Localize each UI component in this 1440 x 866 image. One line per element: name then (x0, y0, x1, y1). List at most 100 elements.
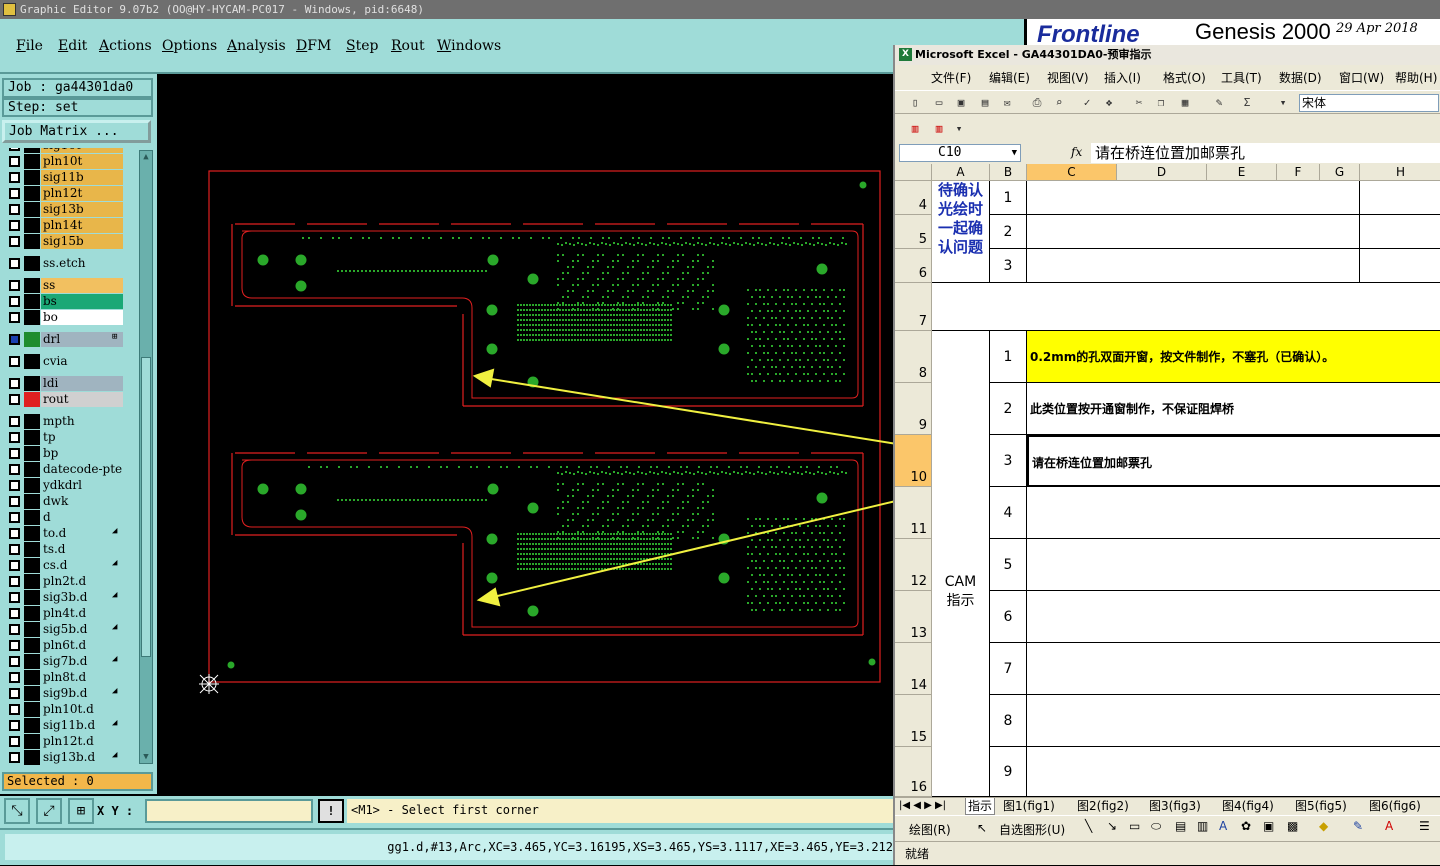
copy-icon[interactable]: ❐ (1153, 95, 1169, 111)
xy-input[interactable] (145, 799, 313, 823)
layer-checkbox[interactable] (9, 432, 20, 443)
layer-name[interactable]: ydkdrl (41, 478, 123, 493)
instruction-cell[interactable] (1027, 747, 1440, 797)
layer-color-swatch[interactable] (24, 718, 40, 733)
layer-color-swatch[interactable] (24, 154, 40, 169)
layer-checkbox[interactable] (9, 334, 20, 345)
excel-menu-item[interactable]: 视图(V) (1047, 69, 1089, 86)
excel-menu-item[interactable]: 编辑(E) (989, 69, 1030, 86)
layer-color-swatch[interactable] (24, 526, 40, 541)
layer-name[interactable]: mpth (41, 414, 123, 429)
zoom-home-icon[interactable]: ⤢ (36, 798, 62, 824)
spelling-icon[interactable]: ✓ (1079, 95, 1095, 111)
layer-color-swatch[interactable] (24, 148, 40, 153)
layer-row[interactable]: cs.d ◢ (4, 558, 138, 573)
tab-sheet[interactable]: 图6(fig6) (1369, 798, 1421, 814)
layer-name[interactable]: rout (41, 392, 123, 407)
menu-rout[interactable]: Rout (391, 38, 425, 54)
line-color-icon[interactable]: ✎ (1353, 819, 1363, 833)
diagram-icon[interactable]: ✿ (1241, 819, 1251, 833)
layer-row[interactable]: sig11b.d ◢ (4, 718, 138, 733)
layer-checkbox[interactable] (9, 512, 20, 523)
layer-checkbox[interactable] (9, 608, 20, 619)
layer-color-swatch[interactable] (24, 574, 40, 589)
layer-name[interactable]: ss.etch (41, 256, 123, 271)
menu-edit[interactable]: Edit (58, 38, 87, 54)
layer-name[interactable]: bp (41, 446, 123, 461)
layer-row[interactable]: datecode-pte (4, 462, 138, 477)
layer-name[interactable]: pln8t.d (41, 670, 123, 685)
layer-checkbox[interactable] (9, 560, 20, 571)
layer-name[interactable]: pln12t.d (41, 734, 123, 749)
layer-color-swatch[interactable] (24, 494, 40, 509)
tab-sheet[interactable]: 图1(fig1) (1003, 798, 1055, 814)
layer-checkbox[interactable] (9, 752, 20, 763)
layer-row[interactable]: to.d ◢ (4, 526, 138, 541)
layer-row[interactable]: ss.etch (4, 256, 138, 271)
cell-h[interactable] (1360, 181, 1440, 215)
layer-checkbox[interactable] (9, 624, 20, 635)
layer-row[interactable]: pln10t (4, 154, 138, 169)
layer-name[interactable]: sig13b (41, 202, 123, 217)
layer-color-swatch[interactable] (24, 462, 40, 477)
excel-menu-item[interactable]: 文件(F) (931, 69, 971, 86)
layer-checkbox[interactable] (9, 736, 20, 747)
layer-color-swatch[interactable] (24, 654, 40, 669)
layer-checkbox[interactable] (9, 672, 20, 683)
layer-color-swatch[interactable] (24, 186, 40, 201)
row-header[interactable]: 8 (895, 331, 932, 383)
permission-icon[interactable]: ▤ (977, 95, 993, 111)
row-header[interactable]: 11 (895, 487, 932, 539)
layer-name[interactable]: cvia (41, 354, 123, 369)
layer-color-swatch[interactable] (24, 234, 40, 249)
autosum-icon[interactable]: Σ (1239, 95, 1255, 111)
toolbar-options-icon[interactable]: ▾ (951, 121, 967, 137)
line-icon[interactable]: ╲ (1085, 819, 1092, 833)
menu-analysis[interactable]: Analysis (227, 38, 286, 54)
layer-row[interactable]: pln14t (4, 218, 138, 233)
layer-color-swatch[interactable] (24, 414, 40, 429)
layer-color-swatch[interactable] (24, 218, 40, 233)
instruction-cell[interactable] (1027, 539, 1440, 591)
layer-checkbox[interactable] (9, 576, 20, 587)
layer-checkbox[interactable] (9, 394, 20, 405)
layer-color-swatch[interactable] (24, 278, 40, 293)
excel-menu-item[interactable]: 工具(T) (1221, 69, 1262, 86)
cell-h[interactable] (1360, 249, 1440, 283)
tab-sheet[interactable]: 图3(fig3) (1149, 798, 1201, 814)
scroll-down-icon[interactable]: ▼ (141, 752, 151, 762)
layer-name[interactable]: pln10t (41, 154, 123, 169)
layer-name[interactable]: bs (41, 294, 123, 309)
layer-row[interactable]: sig13b.d ◢ (4, 750, 138, 765)
layer-color-swatch[interactable] (24, 310, 40, 325)
oval-icon[interactable]: ⬭ (1151, 819, 1161, 834)
row-header[interactable]: 10 (895, 435, 932, 487)
row-header[interactable]: 4 (895, 181, 932, 215)
layer-checkbox[interactable] (9, 656, 20, 667)
job-field[interactable]: Job : ga44301da0 (2, 78, 153, 98)
confirm-cell[interactable] (1027, 249, 1360, 283)
layer-name[interactable]: sig13b.d (41, 750, 123, 765)
confirm-cell[interactable] (1027, 181, 1360, 215)
layer-checkbox[interactable] (9, 496, 20, 507)
layer-checkbox[interactable] (9, 416, 20, 427)
layer-name[interactable]: pln6t.d (41, 638, 123, 653)
layer-checkbox[interactable] (9, 688, 20, 699)
menu-actions[interactable]: Actions (99, 38, 152, 54)
toolbar-options-icon[interactable]: ▾ (1275, 95, 1291, 111)
layer-row[interactable]: cvia (4, 354, 138, 369)
layer-name[interactable]: pln12t (41, 186, 123, 201)
layer-name[interactable]: bo (41, 310, 123, 325)
layer-color-swatch[interactable] (24, 354, 40, 369)
menu-dfm[interactable]: DFM (296, 38, 331, 54)
layer-row[interactable]: d (4, 510, 138, 525)
layer-name[interactable]: to.d (41, 526, 123, 541)
info-button[interactable]: ! (318, 799, 344, 823)
layer-row[interactable]: pln10t.d (4, 702, 138, 717)
layer-checkbox[interactable] (9, 480, 20, 491)
scroll-thumb[interactable] (141, 357, 151, 657)
layer-name[interactable]: drl (41, 332, 123, 347)
layer-color-swatch[interactable] (24, 430, 40, 445)
layer-color-swatch[interactable] (24, 638, 40, 653)
font-select[interactable]: 宋体 (1299, 94, 1439, 112)
